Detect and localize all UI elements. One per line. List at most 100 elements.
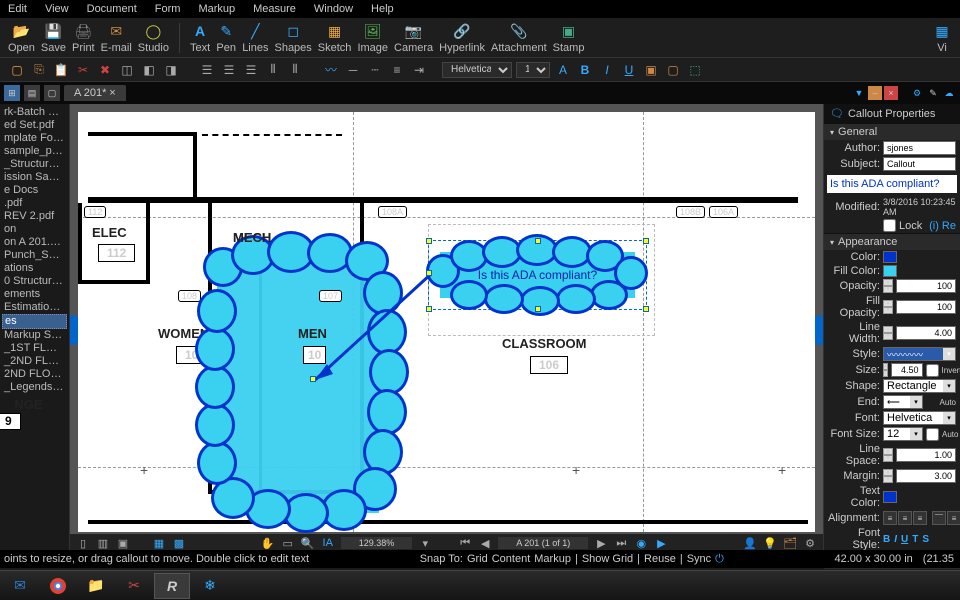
delete-icon[interactable]: ✖ [96, 61, 114, 79]
list-item[interactable]: on [2, 223, 67, 236]
cloud-style-icon[interactable]: 〰 [322, 61, 340, 79]
pencil-icon[interactable]: ✎ [926, 86, 940, 100]
section-appearance[interactable]: ▾Appearance [824, 233, 960, 250]
shape-select[interactable]: Rectangle▾ [883, 379, 956, 393]
zoom-level[interactable]: 129.38% [341, 537, 413, 549]
callout-cloud[interactable]: Is this ADA compliant? [430, 242, 645, 308]
font-color-icon[interactable]: A [554, 61, 572, 79]
shapes-button[interactable]: ◻Shapes [274, 21, 311, 54]
menu-window[interactable]: Window [314, 3, 353, 15]
play-icon[interactable]: ▶ [654, 536, 668, 550]
sync[interactable]: Sync [687, 553, 711, 566]
menu-measure[interactable]: Measure [253, 3, 296, 15]
tab-min-icon[interactable]: – [868, 86, 882, 100]
views-button[interactable]: ▦Vi [932, 21, 952, 54]
size-field[interactable]: 4.50 [891, 363, 923, 377]
print-button[interactable]: 🖨Print [72, 21, 95, 54]
distribute-h-icon[interactable]: ⫴ [264, 61, 282, 79]
last-page-icon[interactable]: ⏭ [614, 536, 628, 550]
menu-help[interactable]: Help [371, 3, 394, 15]
group-icon[interactable]: ⬚ [686, 61, 704, 79]
fontsize-select[interactable]: 12▾ [883, 427, 923, 441]
bold-icon[interactable]: B [576, 61, 594, 79]
snap-content[interactable]: Content [492, 553, 531, 566]
open-button[interactable]: 📂Open [8, 21, 35, 54]
snap-markup[interactable]: Markup [534, 553, 571, 566]
align-center-icon[interactable]: ☰ [220, 61, 238, 79]
multiview-icon[interactable]: ⊞ [4, 85, 20, 101]
thumb-a-icon[interactable]: ▦ [152, 536, 166, 550]
snap-grid[interactable]: Grid [467, 553, 488, 566]
attachment-button[interactable]: 📎Attachment [491, 21, 547, 54]
font-family-select[interactable]: Helvetica [442, 62, 512, 78]
fillopacity-field[interactable]: 100 [896, 300, 956, 314]
taskbar-outlook[interactable]: ✉ [2, 573, 38, 599]
linewidth-field[interactable]: 4.00 [896, 326, 956, 340]
list-item[interactable]: _Structure_201... [2, 158, 67, 171]
next-page-icon[interactable]: ▶ [594, 536, 608, 550]
list-item[interactable]: e Docs [2, 184, 67, 197]
cloud-icon[interactable]: ☁ [942, 86, 956, 100]
menu-document[interactable]: Document [87, 3, 137, 15]
pen-button[interactable]: ✎Pen [216, 21, 236, 54]
email-button[interactable]: ✉E-mail [101, 21, 132, 54]
callout-text[interactable]: Is this ADA compliant? [430, 242, 645, 308]
style-select[interactable]: 〰〰〰〰▾ [883, 347, 956, 361]
save-button[interactable]: 💾Save [41, 21, 66, 54]
sketch-button[interactable]: ▦Sketch [318, 21, 352, 54]
section-general[interactable]: ▾General [824, 123, 960, 140]
close-tab-icon[interactable]: × [109, 87, 115, 99]
alignment-buttons[interactable]: ≡≡≡⎺≡⎽ [883, 511, 960, 525]
tab-split-icon[interactable]: ▤ [24, 85, 40, 101]
tab-new-icon[interactable]: ▢ [44, 85, 60, 101]
tool-c-icon[interactable]: ◨ [162, 61, 180, 79]
tool-b-icon[interactable]: ◧ [140, 61, 158, 79]
list-item[interactable]: on A 201.2.pdf [2, 236, 67, 249]
left-panel-handle[interactable] [70, 315, 78, 345]
distribute-v-icon[interactable]: ⫴ [286, 61, 304, 79]
loop-icon[interactable]: ◉ [634, 536, 648, 550]
gear-icon[interactable]: ⚙ [910, 86, 924, 100]
zoom-icon[interactable]: 🔍 [301, 536, 315, 550]
list-item[interactable]: _1ST FLOOR P... [2, 342, 67, 355]
list-item[interactable]: rk-Batch Link [2, 106, 67, 119]
taskbar-explorer[interactable]: 📁 [78, 573, 114, 599]
page-indicator[interactable]: A 201 (1 of 1) [498, 537, 588, 549]
lines-button[interactable]: ╱Lines [242, 21, 268, 54]
pan-icon[interactable]: ✋ [261, 536, 275, 550]
zoom-dropdown-icon[interactable]: ▾ [418, 536, 432, 550]
cut-icon[interactable]: ✂ [74, 61, 92, 79]
continuous-icon[interactable]: ▥ [96, 536, 110, 550]
italic-icon[interactable]: I [598, 61, 616, 79]
author-field[interactable]: sjones [883, 141, 956, 155]
font-select[interactable]: Helvetica▾ [883, 411, 956, 425]
end-select[interactable]: ⟵▾ [883, 395, 923, 409]
file-panel[interactable]: rk-Batch Link ed Set.pdf mplate Form.pdf… [0, 104, 70, 552]
textcolor-swatch[interactable] [883, 491, 897, 503]
paste-icon[interactable]: 📋 [52, 61, 70, 79]
taskbar-app[interactable]: ❄ [192, 573, 228, 599]
list-item[interactable]: es [2, 314, 67, 329]
new-icon[interactable]: ▢ [8, 61, 26, 79]
single-page-icon[interactable]: ▯ [76, 536, 90, 550]
fillcolor-swatch[interactable] [883, 265, 897, 277]
list-item[interactable]: mplate Form.pdf [2, 132, 67, 145]
send-back-icon[interactable]: ▢ [664, 61, 682, 79]
bulb-icon[interactable]: 💡 [763, 536, 777, 550]
image-button[interactable]: 🖼Image [357, 21, 388, 54]
menu-form[interactable]: Form [155, 3, 181, 15]
batch-icon[interactable]: 🗂 [783, 536, 797, 550]
menu-markup[interactable]: Markup [198, 3, 235, 15]
indent-icon[interactable]: ⇥ [410, 61, 428, 79]
dash-line-icon[interactable]: ┄ [366, 61, 384, 79]
underline-icon[interactable]: U [620, 61, 638, 79]
taskbar-revu[interactable]: R [154, 573, 190, 599]
reset-link[interactable]: (i) Re [929, 220, 956, 232]
list-item[interactable]: Markup Summary [2, 329, 67, 342]
two-page-icon[interactable]: ▣ [116, 536, 130, 550]
subject-field[interactable]: Callout [883, 157, 956, 171]
tab-close-icon[interactable]: × [884, 86, 898, 100]
bring-front-icon[interactable]: ▣ [642, 61, 660, 79]
color-swatch[interactable] [883, 251, 897, 263]
studio-button[interactable]: ◯Studio [138, 21, 169, 54]
